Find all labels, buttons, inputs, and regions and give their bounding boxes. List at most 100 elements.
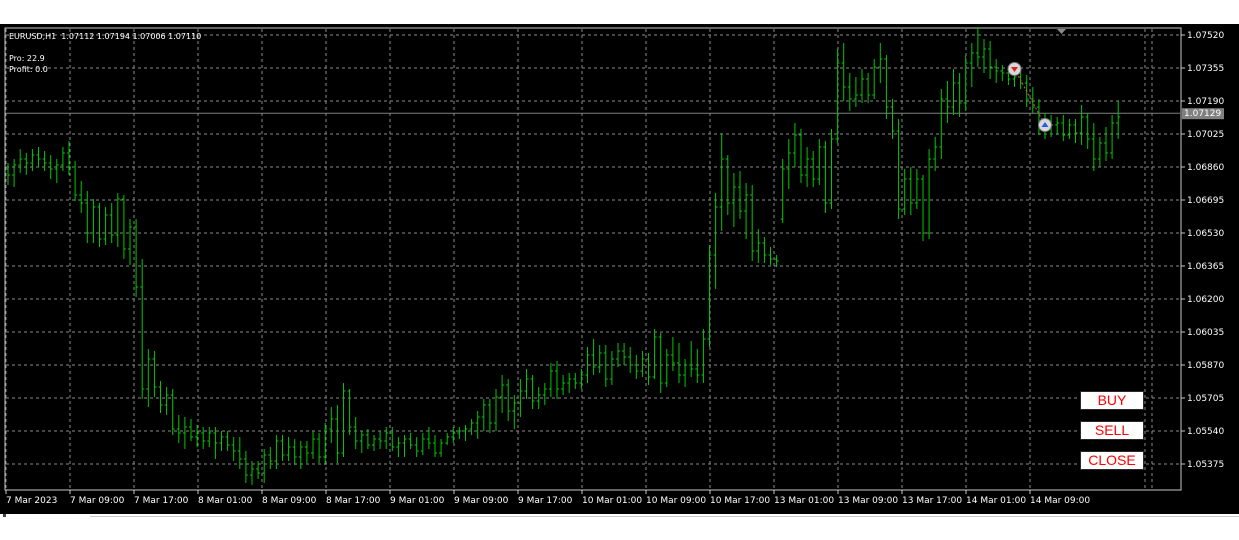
ohlc-bar xyxy=(1104,127,1108,161)
ohlc-bar xyxy=(670,337,675,371)
time-tick-label: 7 Mar 17:00 xyxy=(134,496,189,506)
price-tick-label: 1.06365 xyxy=(1187,262,1224,272)
ohlc-bar xyxy=(286,437,291,461)
plot-frame xyxy=(4,27,1182,491)
ohlc-bar xyxy=(725,155,730,215)
ohlc-bar xyxy=(853,77,858,107)
ohlc-bar xyxy=(158,381,163,413)
pro-value-label: Pro: 22.9 xyxy=(9,54,45,63)
ohlc-bar xyxy=(951,69,956,115)
price-tick-label: 1.06695 xyxy=(1187,196,1224,206)
ohlc-bar xyxy=(591,339,596,375)
ohlc-bar xyxy=(353,417,358,449)
ohlc-bar xyxy=(829,129,834,209)
time-tick-label: 9 Mar 01:00 xyxy=(390,496,445,506)
ohlc-bar xyxy=(908,167,913,215)
ohlc-bar xyxy=(6,163,10,185)
ohlc-bar xyxy=(170,389,175,435)
ohlc-bar xyxy=(719,133,724,231)
ohlc-bar xyxy=(487,399,492,433)
buy-button[interactable]: BUY xyxy=(1080,391,1144,410)
ohlc-bar xyxy=(1110,115,1115,159)
ohlc-bar xyxy=(573,373,578,389)
price-tick-label: 1.05705 xyxy=(1187,394,1224,404)
ohlc-bar xyxy=(792,123,797,167)
ohlc-bar xyxy=(738,171,742,219)
ohlc-bar xyxy=(475,411,480,439)
ohlc-bar xyxy=(36,147,41,167)
chart-window[interactable]: 1.07520 1.07355 1.07190 1.07025 1.06860 1.066… xyxy=(0,24,1239,514)
ohlc-bar xyxy=(1067,119,1072,139)
ohlc-bar xyxy=(469,419,474,435)
price-bars xyxy=(6,27,1121,485)
ohlc-bar xyxy=(616,343,620,367)
ohlc-bar xyxy=(963,55,968,111)
sell-button[interactable]: SELL xyxy=(1080,421,1144,440)
ohlc-bar xyxy=(250,461,254,485)
ohlc-bar xyxy=(176,415,181,443)
price-tick-label: 1.05375 xyxy=(1187,460,1224,470)
ohlc-bar xyxy=(1091,123,1096,171)
price-axis: 1.07520 1.07355 1.07190 1.07025 1.06860 1.066… xyxy=(1181,31,1224,470)
ohlc-bar xyxy=(426,427,431,449)
ohlc-bar xyxy=(530,375,535,409)
ohlc-bar xyxy=(841,43,846,101)
ohlc-bar xyxy=(701,329,706,383)
ohlc-bar xyxy=(292,439,297,465)
ohlc-bar xyxy=(506,379,511,421)
ohlc-bar xyxy=(677,343,681,383)
time-tick-label: 8 Mar 09:00 xyxy=(262,496,317,506)
grid-lines xyxy=(5,29,1180,489)
ohlc-bar xyxy=(713,193,718,289)
ohlc-bar xyxy=(335,405,340,463)
close-button[interactable]: CLOSE xyxy=(1080,451,1144,470)
ohlc-bar xyxy=(317,433,322,463)
ohlc-bar xyxy=(323,423,328,465)
ohlc-bar xyxy=(969,43,974,87)
ohlc-bar xyxy=(957,73,962,117)
ohlc-bar xyxy=(134,219,139,297)
ohlc-bar xyxy=(597,345,602,373)
ohlc-bar xyxy=(396,437,401,457)
ohlc-bar xyxy=(262,449,267,483)
buy-arrow-up-icon xyxy=(1038,118,1052,132)
time-tick-label: 9 Mar 09:00 xyxy=(454,496,509,506)
ohlc-bar xyxy=(365,429,370,449)
ohlc-bar xyxy=(634,355,639,379)
ohlc-bar xyxy=(786,139,791,189)
ohlc-bar xyxy=(189,419,193,441)
ohlc-bar xyxy=(750,185,755,261)
ohlc-bar xyxy=(695,349,700,383)
ohlc-bar xyxy=(91,199,96,243)
ohlc-bar xyxy=(567,373,572,393)
ohlc-bar xyxy=(548,363,553,397)
ohlc-bar xyxy=(121,195,126,259)
ohlc-bar xyxy=(451,427,456,443)
ohlc-bar xyxy=(1116,101,1121,139)
chart-shift-triangle-icon[interactable] xyxy=(1057,29,1066,34)
ohlc-bar xyxy=(542,383,547,405)
ohlc-bar xyxy=(30,149,35,171)
time-tick-label: 13 Mar 17:00 xyxy=(902,496,962,506)
scrollbar-thumb[interactable] xyxy=(3,514,6,517)
ohlc-bar xyxy=(988,41,993,79)
ohlc-bar xyxy=(1097,137,1102,167)
ohlc-bar xyxy=(579,369,584,389)
sell-arrow-down-icon xyxy=(1007,62,1022,76)
ohlc-bar xyxy=(768,247,773,265)
ohlc-bar xyxy=(12,159,17,187)
time-tick-label: 14 Mar 09:00 xyxy=(1030,496,1090,506)
time-axis: 7 Mar 2023 7 Mar 09:00 7 Mar 17:00 8 Mar 01… xyxy=(5,490,1090,506)
ohlc-bar xyxy=(433,435,437,457)
price-tick-label: 1.07190 xyxy=(1187,97,1224,107)
ohlc-bar xyxy=(115,193,120,247)
price-chart[interactable]: 1.07520 1.07355 1.07190 1.07025 1.06860 1.066… xyxy=(0,24,1239,514)
ohlc-bar xyxy=(359,431,364,453)
ohlc-bar xyxy=(945,81,950,123)
ohlc-bar xyxy=(756,229,761,263)
ohlc-bar xyxy=(378,431,383,449)
price-tick-label: 1.06035 xyxy=(1187,328,1224,338)
horizontal-scrollbar[interactable] xyxy=(90,516,1239,517)
price-tick-label: 1.07520 xyxy=(1187,31,1224,41)
time-tick-label: 10 Mar 01:00 xyxy=(582,496,642,506)
